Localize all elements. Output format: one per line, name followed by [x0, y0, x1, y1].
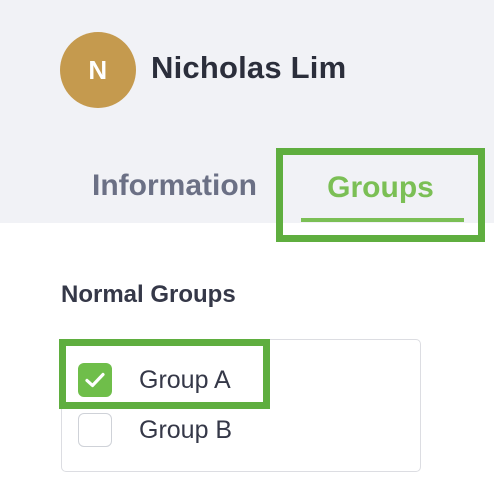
avatar: N	[60, 32, 136, 108]
section-title: Normal Groups	[61, 281, 236, 308]
active-tab-underline	[301, 218, 464, 222]
tab-groups-label: Groups	[327, 171, 434, 204]
group-a-checkbox[interactable]	[78, 363, 112, 397]
check-icon	[85, 372, 105, 388]
group-b-label: Group B	[139, 416, 233, 444]
profile-header: N Nicholas Lim Information Groups	[0, 0, 494, 242]
tab-information[interactable]: Information	[92, 166, 257, 206]
group-list: Group A Group B	[61, 339, 421, 472]
group-b-checkbox[interactable]	[78, 413, 112, 447]
tab-groups[interactable]: Groups	[276, 148, 485, 242]
avatar-initial: N	[88, 54, 108, 85]
user-name: Nicholas Lim	[151, 50, 347, 85]
group-a-label: Group A	[139, 366, 231, 394]
